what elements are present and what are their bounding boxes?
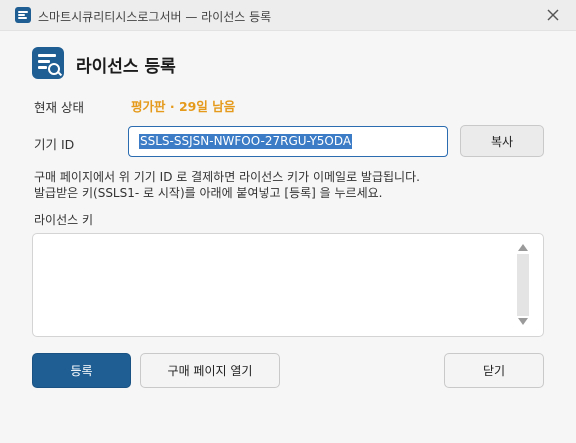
scroll-down-arrow-icon[interactable] (518, 318, 528, 325)
hint-line-2: 발급받은 키(SSLS1- 로 시작)를 아래에 붙여넣고 [등록] 을 누르세… (34, 186, 383, 200)
license-key-input[interactable] (32, 233, 544, 337)
close-icon (547, 9, 559, 21)
status-badge: 평가판 · 29일 남음 (131, 99, 236, 114)
page-title: 라이선스 등록 (76, 57, 176, 77)
window-close-button[interactable] (540, 2, 566, 28)
license-key-label: 라이선스 키 (34, 213, 94, 227)
close-button[interactable]: 닫기 (444, 353, 544, 388)
title-bar: 스마트시큐리티시스로그서버 — 라이선스 등록 (0, 0, 576, 31)
device-id-value[interactable]: SSLS-SSJSN-NWFOO-27RGU-Y5ODA (139, 134, 353, 149)
register-button[interactable]: 등록 (32, 353, 131, 388)
open-purchase-page-button[interactable]: 구매 페이지 열기 (140, 353, 280, 388)
app-icon (15, 7, 31, 23)
license-search-icon (32, 47, 64, 79)
status-label: 현재 상태 (34, 100, 84, 115)
scroll-up-arrow-icon[interactable] (518, 244, 528, 251)
scrollbar[interactable] (517, 254, 529, 316)
device-id-label: 기기 ID (34, 137, 75, 152)
hint-line-1: 구매 페이지에서 위 기기 ID 로 결제하면 라이선스 키가 이메일로 발급됩… (34, 170, 420, 184)
window-title: 스마트시큐리티시스로그서버 — 라이선스 등록 (38, 10, 272, 24)
device-id-field[interactable]: SSLS-SSJSN-NWFOO-27RGU-Y5ODA (128, 126, 448, 157)
copy-button[interactable]: 복사 (460, 125, 544, 157)
